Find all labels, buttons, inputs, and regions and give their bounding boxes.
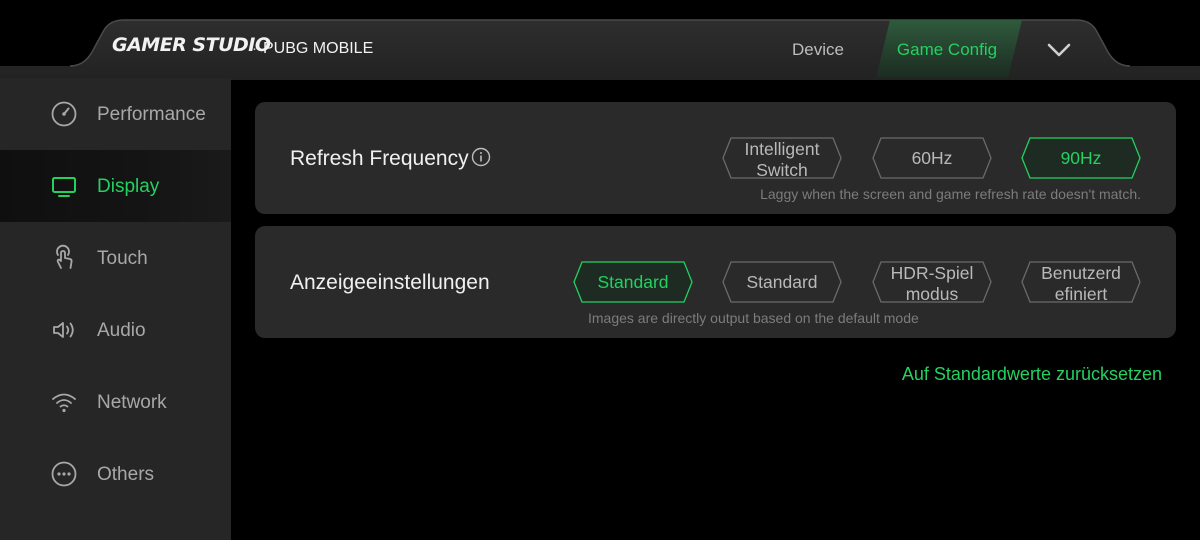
sidebar-item-label: Performance xyxy=(97,104,206,125)
sidebar-item-label: Touch xyxy=(97,248,148,269)
gauge-icon xyxy=(51,101,77,127)
brand-logo: GAMER STUDIO xyxy=(112,34,271,56)
option-label: HDR-Spiel modus xyxy=(890,263,974,303)
sidebar-item-audio[interactable]: Audio xyxy=(0,294,231,366)
sidebar-item-touch[interactable]: Touch xyxy=(0,222,231,294)
chevron-down-icon[interactable] xyxy=(1046,38,1072,62)
display-settings-title: Anzeigeeinstellungen xyxy=(290,271,490,294)
sidebar-item-label: Others xyxy=(97,464,155,485)
option-custom[interactable]: Benutzerd efiniert xyxy=(1021,261,1141,303)
sidebar-item-network[interactable]: Network xyxy=(0,366,231,438)
refresh-frequency-label: Refresh Frequency xyxy=(290,147,469,170)
option-label: 60Hz xyxy=(911,147,953,168)
option-label: Benutzerd efiniert xyxy=(1041,263,1121,303)
display-settings-hint: Images are directly output based on the … xyxy=(588,310,919,326)
refresh-frequency-title: Refresh Frequency xyxy=(290,147,491,171)
sidebar-item-label: Audio xyxy=(97,320,146,341)
sidebar-item-others[interactable]: Others xyxy=(0,438,231,510)
touch-icon xyxy=(56,244,73,269)
refresh-frequency-card: Refresh Frequency Intelligent Switch 60H… xyxy=(255,102,1176,214)
more-icon xyxy=(51,461,77,487)
display-settings-card: Anzeigeeinstellungen Standard Standard H… xyxy=(255,226,1176,338)
wifi-icon xyxy=(52,393,76,413)
game-name: PUBG MOBILE xyxy=(263,40,374,57)
option-60hz[interactable]: 60Hz xyxy=(872,137,992,179)
tab-device[interactable]: Device xyxy=(774,40,862,60)
option-intelligent-switch[interactable]: Intelligent Switch xyxy=(722,137,842,179)
speaker-icon xyxy=(53,322,74,338)
option-hdr-game-mode[interactable]: HDR-Spiel modus xyxy=(872,261,992,303)
info-icon[interactable] xyxy=(471,147,491,167)
tab-game-config[interactable]: Game Config xyxy=(884,40,1010,60)
sidebar-item-label: Network xyxy=(97,392,167,413)
option-label: 90Hz xyxy=(1060,147,1102,168)
option-label: Standard xyxy=(746,271,818,292)
sidebar-item-display[interactable]: Display xyxy=(0,150,231,222)
brand-separator: · xyxy=(252,40,257,57)
refresh-frequency-hint: Laggy when the screen and game refresh r… xyxy=(760,186,1141,202)
monitor-icon xyxy=(52,177,76,197)
sidebar: Performance Display Touch Audio Network xyxy=(0,78,231,540)
sidebar-item-label: Display xyxy=(97,176,160,197)
option-label: Standard xyxy=(597,271,669,292)
sidebar-item-performance[interactable]: Performance xyxy=(0,78,231,150)
reset-defaults-link[interactable]: Auf Standardwerte zurücksetzen xyxy=(902,364,1162,385)
option-label: Intelligent Switch xyxy=(744,139,820,179)
option-standard-selected[interactable]: Standard xyxy=(573,261,693,303)
option-standard[interactable]: Standard xyxy=(722,261,842,303)
option-90hz[interactable]: 90Hz xyxy=(1021,137,1141,179)
